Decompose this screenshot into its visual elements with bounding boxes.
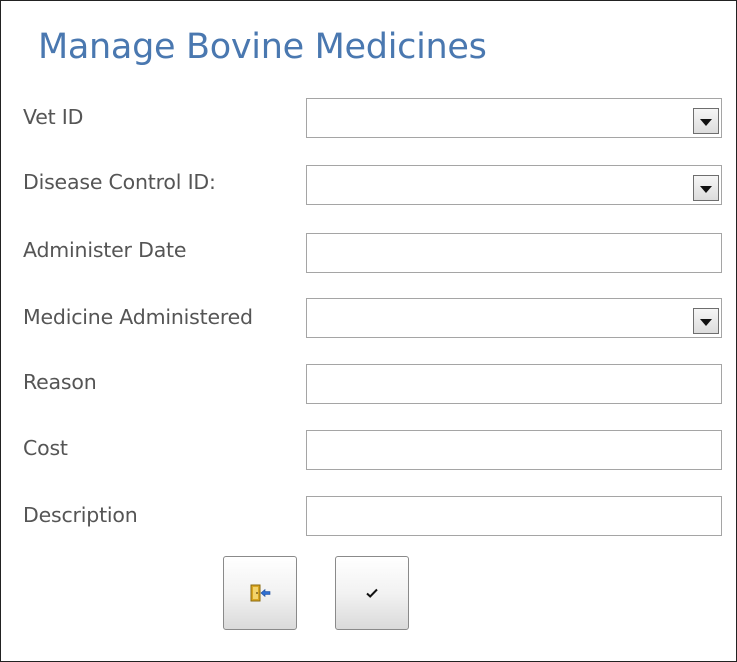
exit-door-icon	[248, 583, 272, 603]
cost-field[interactable]	[306, 430, 722, 470]
save-button[interactable]	[335, 556, 409, 630]
administer-date-field[interactable]	[306, 233, 722, 273]
vet-id-label: Vet ID	[23, 105, 84, 129]
exit-button[interactable]	[223, 556, 297, 630]
administer-date-label: Administer Date	[23, 238, 187, 262]
vet-id-combo[interactable]	[306, 98, 722, 138]
medicine-administered-label: Medicine Administered	[23, 305, 253, 329]
medicine-administered-dropdown-button[interactable]	[693, 308, 719, 334]
cost-label: Cost	[23, 436, 68, 460]
disease-control-id-dropdown-button[interactable]	[693, 175, 719, 201]
disease-control-id-label: Disease Control ID:	[23, 170, 216, 194]
form-title: Manage Bovine Medicines	[38, 27, 487, 67]
checkmark-icon	[365, 587, 379, 599]
form-frame: Manage Bovine Medicines Vet ID Disease C…	[0, 0, 737, 662]
medicine-administered-combo[interactable]	[306, 298, 722, 338]
reason-label: Reason	[23, 370, 97, 394]
chevron-down-icon	[700, 185, 712, 193]
chevron-down-icon	[700, 118, 712, 126]
vet-id-dropdown-button[interactable]	[693, 108, 719, 134]
description-label: Description	[23, 503, 138, 527]
description-field[interactable]	[306, 496, 722, 536]
reason-field[interactable]	[306, 364, 722, 404]
chevron-down-icon	[700, 318, 712, 326]
disease-control-id-combo[interactable]	[306, 165, 722, 205]
